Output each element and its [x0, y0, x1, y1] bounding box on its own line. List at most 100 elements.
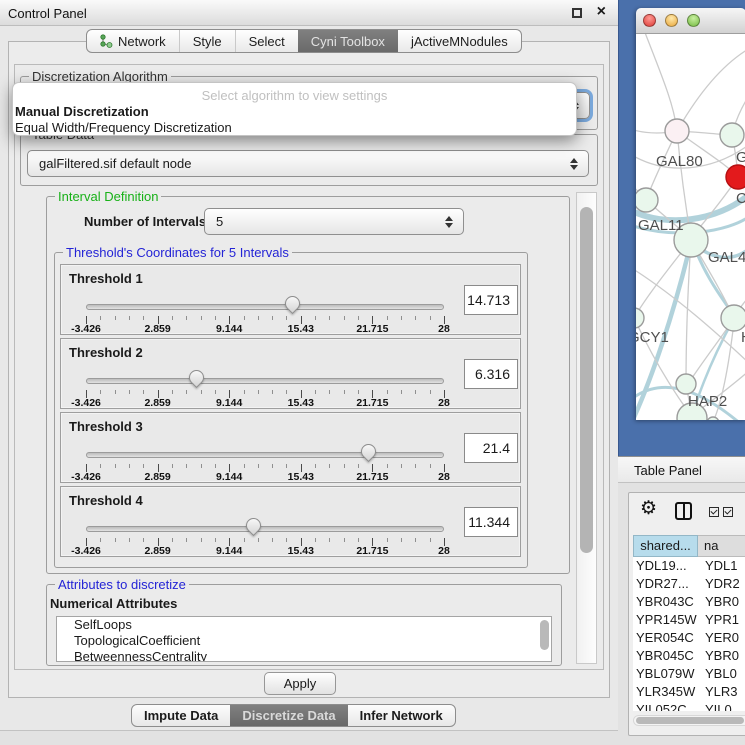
table-row[interactable]: YLR345WYLR3	[633, 683, 745, 701]
slider-scale-label: 15.43	[288, 323, 314, 335]
form-vertical-scrollbar[interactable]	[576, 192, 597, 664]
tab-style-label: Style	[193, 30, 222, 53]
checkbox-icon[interactable]	[709, 507, 719, 517]
list-item-selfloops[interactable]: SelfLoops	[57, 617, 551, 633]
network-window-titlebar[interactable]	[636, 8, 745, 34]
slider-track[interactable]	[86, 452, 444, 458]
tab-cyni-toolbox[interactable]: Cyni Toolbox	[298, 30, 398, 52]
slider-handle[interactable]	[281, 293, 302, 314]
tab-impute-data[interactable]: Impute Data	[132, 705, 230, 726]
table-data-combobox[interactable]: galFiltered.sif default node	[27, 150, 589, 177]
gear-icon[interactable]: ⚙	[640, 497, 657, 521]
network-canvas[interactable]: GAL80 GA C GAL11 GAL4 GCY1 H HAP2	[636, 34, 745, 420]
slider-tick	[401, 390, 402, 394]
threshold-3-value-field[interactable]: 21.4	[464, 433, 518, 463]
slider-tick	[387, 538, 388, 542]
table-row[interactable]: YER054CYER0	[633, 629, 745, 647]
slider-tick	[315, 316, 316, 320]
network-node-gcy1[interactable]	[636, 308, 644, 328]
slider-tick	[244, 464, 245, 468]
threshold-2-slider[interactable]: -3.4262.8599.14415.4321.71528	[86, 339, 444, 410]
table-row[interactable]: YDL19...YDL1	[633, 557, 745, 575]
slider-handle[interactable]	[243, 515, 264, 536]
list-scrollbar-thumb[interactable]	[540, 620, 549, 650]
dropdown-option-equal-width-frequency[interactable]: Equal Width/Frequency Discretization	[13, 120, 576, 135]
slider-tick	[129, 390, 130, 394]
number-of-intervals-combobox[interactable]: 5	[204, 208, 464, 235]
tab-select[interactable]: Select	[235, 30, 298, 52]
cell-name[interactable]: YBL0	[698, 665, 745, 683]
table-horizontal-scrollbar[interactable]	[633, 715, 745, 726]
tab-infer-network[interactable]: Infer Network	[348, 705, 455, 726]
network-node-selected-red[interactable]	[726, 165, 745, 189]
list-item-topologicalcoefficient[interactable]: TopologicalCoefficient	[57, 633, 551, 649]
cell-shared-name[interactable]: YBL079W	[633, 665, 698, 683]
minimize-traffic-light[interactable]	[665, 14, 678, 27]
threshold-1-value-field[interactable]: 14.713	[464, 285, 518, 315]
cell-shared-name[interactable]: YPR145W	[633, 611, 698, 629]
slider-scale-label: 15.43	[288, 471, 314, 483]
tab-discretize-data[interactable]: Discretize Data	[230, 705, 347, 726]
threshold-3-slider[interactable]: -3.4262.8599.14415.4321.71528	[86, 413, 444, 484]
slider-tick	[258, 390, 259, 394]
slider-track[interactable]	[86, 526, 444, 532]
cell-name[interactable]: YIL0	[698, 701, 745, 711]
table-row[interactable]: YBR045CYBR0	[633, 647, 745, 665]
table-row[interactable]: YBL079WYBL0	[633, 665, 745, 683]
network-node-small[interactable]	[707, 417, 719, 420]
threshold-2-value-field[interactable]: 6.316	[464, 359, 518, 389]
tab-network[interactable]: Network	[87, 30, 179, 52]
cell-shared-name[interactable]: YBR045C	[633, 647, 698, 665]
threshold-4-slider[interactable]: -3.4262.8599.14415.4321.71528	[86, 487, 444, 558]
cell-shared-name[interactable]: YDR27...	[633, 575, 698, 593]
checkbox-icon[interactable]	[723, 507, 733, 517]
slider-tick	[244, 316, 245, 320]
cell-shared-name[interactable]: YER054C	[633, 629, 698, 647]
column-header-shared-name[interactable]: shared...	[633, 535, 698, 557]
network-node-h[interactable]	[721, 305, 745, 331]
apply-button[interactable]: Apply	[264, 672, 336, 695]
cell-name[interactable]: YER0	[698, 629, 745, 647]
slider-handle[interactable]	[358, 441, 379, 462]
network-node-ga[interactable]	[720, 123, 744, 147]
cell-shared-name[interactable]: YDL19...	[633, 557, 698, 575]
columns-icon[interactable]	[675, 502, 692, 520]
threshold-4-panel: Threshold 4 -3.4262.8599.14415.4321.7152…	[60, 486, 521, 557]
zoom-traffic-light[interactable]	[687, 14, 700, 27]
slider-tick	[143, 390, 144, 394]
form-scrollbar-thumb[interactable]	[580, 207, 593, 553]
table-row[interactable]: YPR145WYPR1	[633, 611, 745, 629]
network-node-gal11[interactable]	[636, 188, 658, 212]
cell-name[interactable]: YDL1	[698, 557, 745, 575]
slider-handle[interactable]	[186, 367, 207, 388]
threshold-4-value-field[interactable]: 11.344	[464, 507, 518, 537]
cell-shared-name[interactable]: YBR043C	[633, 593, 698, 611]
table-row[interactable]: YDR27...YDR2	[633, 575, 745, 593]
dropdown-option-manual-discretization[interactable]: Manual Discretization	[13, 104, 576, 119]
close-traffic-light[interactable]	[643, 14, 656, 27]
column-header-name[interactable]: na	[698, 535, 745, 557]
tab-style[interactable]: Style	[179, 30, 235, 52]
cell-name[interactable]: YDR2	[698, 575, 745, 593]
cell-name[interactable]: YLR3	[698, 683, 745, 701]
cell-shared-name[interactable]: YLR345W	[633, 683, 698, 701]
network-node-hap2[interactable]	[676, 374, 696, 394]
slider-track[interactable]	[86, 304, 444, 310]
slider-track[interactable]	[86, 378, 444, 384]
table-row[interactable]: YIL052CYIL0	[633, 701, 745, 711]
slider-scale-label: -3.426	[71, 397, 101, 409]
cell-name[interactable]: YBR0	[698, 647, 745, 665]
algorithm-dropdown-popup: Select algorithm to view settings Manual…	[12, 82, 577, 136]
cell-shared-name[interactable]: YIL052C	[633, 701, 698, 711]
tab-jactivemnodules[interactable]: jActiveMNodules	[398, 30, 521, 52]
table-scrollbar-thumb[interactable]	[636, 717, 744, 724]
slider-tick	[315, 464, 316, 468]
cell-name[interactable]: YPR1	[698, 611, 745, 629]
cell-name[interactable]: YBR0	[698, 593, 745, 611]
close-icon[interactable]: ×	[597, 3, 606, 21]
float-window-icon[interactable]	[572, 8, 582, 18]
list-item-betweennesscentrality[interactable]: BetweennessCentrality	[57, 649, 551, 662]
network-node-gal80[interactable]	[665, 119, 689, 143]
table-row[interactable]: YBR043CYBR0	[633, 593, 745, 611]
threshold-1-slider[interactable]: -3.4262.8599.14415.4321.71528	[86, 265, 444, 336]
